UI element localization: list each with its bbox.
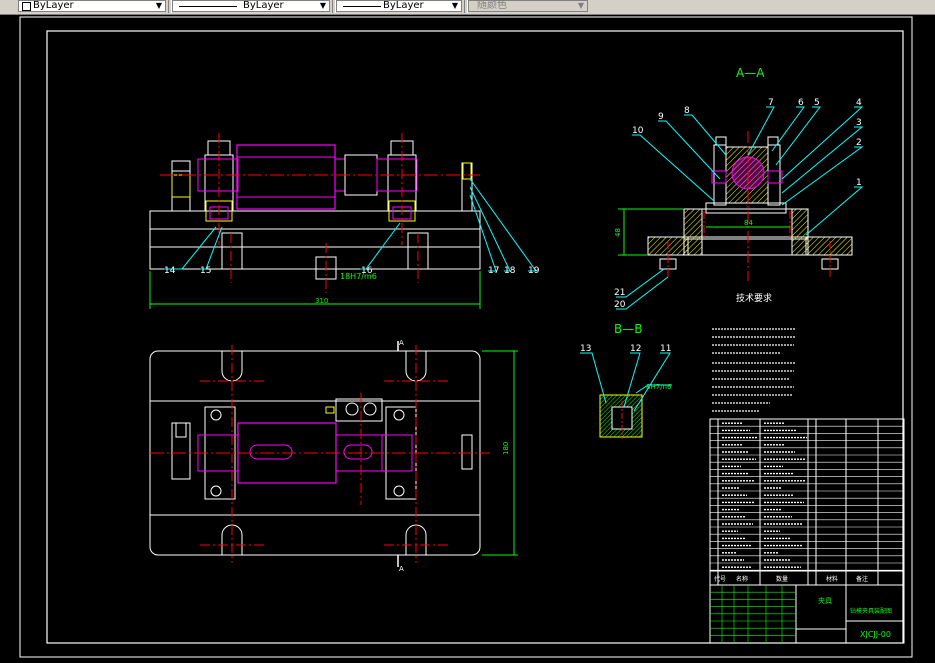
code-header: 代号	[714, 575, 726, 583]
lineweight-preview	[343, 6, 381, 7]
parts-list	[709, 418, 905, 586]
balloon-13: 13	[580, 344, 591, 354]
technical-requirements: 技术要求	[712, 292, 796, 412]
linetype-combo[interactable]: ByLayer ▼	[172, 0, 330, 12]
section-aa-title: A—A	[736, 66, 765, 80]
section-bb-title: B—B	[614, 322, 642, 336]
balloon-10: 10	[632, 126, 644, 136]
section-mark-a-bottom: A	[399, 565, 404, 573]
balloon-3: 3	[856, 118, 862, 128]
balloon-20: 20	[614, 300, 626, 310]
balloon-18: 18	[504, 266, 516, 276]
remark-header: 备注	[856, 575, 868, 583]
name-header: 名称	[736, 575, 748, 583]
plan-view: A A 180	[149, 339, 518, 573]
balloon-2: 2	[856, 138, 862, 148]
balloon-17: 17	[488, 266, 499, 276]
chevron-down-icon[interactable]: ▼	[318, 1, 328, 11]
balloon-6: 6	[798, 98, 804, 108]
section-aa-view: A—A 84 48 1 2 3 4 5 6 7 8 9 10 21 20	[614, 66, 864, 310]
chevron-down-icon[interactable]: ▼	[154, 1, 164, 11]
balloon-15: 15	[200, 266, 211, 276]
linetype-combo-value: ByLayer	[241, 0, 286, 11]
title-block: 代号 名称 数量 材料 备注 夹具 钻模夹具装配图 XJCJJ-00	[709, 570, 905, 644]
dim-width-label: 84	[744, 219, 753, 227]
balloon-19: 19	[528, 266, 540, 276]
linetype-preview	[179, 6, 237, 7]
balloon-1: 1	[856, 178, 862, 188]
balloon-12: 12	[630, 344, 641, 354]
fit-label-bb: 8H7/n6	[646, 383, 672, 391]
balloon-4: 4	[856, 98, 862, 108]
balloon-7: 7	[768, 98, 774, 108]
plotstyle-combo[interactable]: 随颜色 ▼	[468, 0, 588, 12]
front-view: 310 18H7/m6 14 15 16 17 18 19	[149, 133, 540, 309]
subtitle-label: 钻模夹具装配图	[850, 607, 892, 615]
balloon-11: 11	[660, 344, 671, 354]
dim-length-label: 310	[315, 297, 328, 305]
section-bb-view: B—B 13 12 11 8H7/n6	[580, 322, 672, 439]
color-swatch-icon	[22, 2, 31, 11]
balloon-9: 9	[658, 112, 664, 122]
chevron-down-icon[interactable]: ▼	[450, 1, 460, 11]
sheet-inner-border	[46, 30, 904, 644]
balloon-5: 5	[814, 98, 820, 108]
section-mark-a-top: A	[399, 339, 404, 347]
qty-header: 数量	[776, 575, 788, 583]
balloon-16: 16	[361, 266, 373, 276]
dim-height-aa: 48	[614, 228, 622, 237]
drawing-number: XJCJJ-00	[860, 630, 891, 639]
title-label: 夹具	[818, 596, 832, 605]
balloon-8: 8	[684, 106, 690, 116]
lineweight-combo-value: ByLayer	[383, 0, 424, 11]
layer-combo[interactable]: ByLayer ▼	[18, 0, 166, 12]
lineweight-combo[interactable]: ByLayer ▼	[336, 0, 462, 12]
material-header: 材料	[826, 575, 838, 583]
balloon-21: 21	[614, 288, 625, 298]
balloon-14: 14	[164, 266, 176, 276]
properties-toolbar: ByLayer ▼ ByLayer ▼ ByLayer ▼ 随颜色 ▼	[0, 0, 935, 15]
drawing-canvas[interactable]: 310 18H7/m6 14 15 16 17 18 19 A A 180 A—…	[0, 15, 935, 663]
chevron-down-icon[interactable]: ▼	[576, 1, 586, 11]
layer-combo-value: ByLayer	[33, 0, 74, 11]
tech-req-title: 技术要求	[736, 292, 772, 304]
plotstyle-combo-value: 随颜色	[477, 0, 507, 11]
dim-height-label: 180	[502, 442, 510, 455]
